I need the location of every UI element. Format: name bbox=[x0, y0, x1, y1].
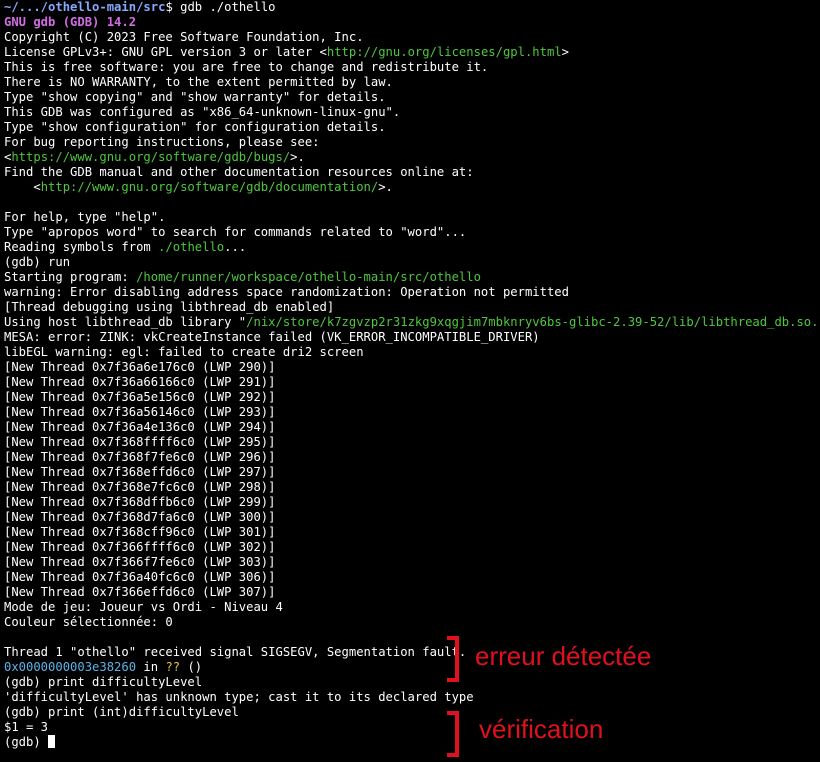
aslr-warning-line: warning: Error disabling address space r… bbox=[4, 285, 569, 299]
unknown-type-line: 'difficultyLevel' has unknown type; cast… bbox=[4, 690, 474, 704]
libthread-prefix: Using host libthread_db library " bbox=[4, 315, 247, 329]
thread-line: [New Thread 0x7f36a6e176c0 (LWP 290)] bbox=[4, 360, 276, 374]
gdb-prompt: (gdb) bbox=[4, 735, 49, 749]
fault-address: 0x0000000003e38260 bbox=[4, 660, 137, 674]
configured-line: This GDB was configured as "x86_64-unkno… bbox=[4, 105, 401, 119]
apropos-line: Type "apropos word" to search for comman… bbox=[4, 225, 467, 239]
thread-line: [New Thread 0x7f366f7fe6c0 (LWP 303)] bbox=[4, 555, 276, 569]
license-prefix: License GPLv3+: GNU GPL version 3 or lat… bbox=[4, 45, 327, 59]
thread-line: [New Thread 0x7f36a56146c0 (LWP 293)] bbox=[4, 405, 276, 419]
color-selected-line: Couleur sélectionnée: 0 bbox=[4, 615, 173, 629]
copyright-line: Copyright (C) 2023 Free Software Foundat… bbox=[4, 30, 364, 44]
free-software-line: This is free software: you are free to c… bbox=[4, 60, 489, 74]
prompt-command: gdb ./othello bbox=[172, 0, 276, 14]
thread-line: [New Thread 0x7f368d7fa6c0 (LWP 300)] bbox=[4, 510, 276, 524]
starting-program-line: Starting program: /home/runner/workspace… bbox=[4, 270, 820, 285]
bug-reporting-line: For bug reporting instructions, please s… bbox=[4, 135, 320, 149]
libegl-warning-line: libEGL warning: egl: failed to create dr… bbox=[4, 345, 364, 359]
doc-url-suffix: >. bbox=[378, 180, 393, 194]
thread-line: [New Thread 0x7f366ffff6c0 (LWP 302)] bbox=[4, 540, 276, 554]
thread-debugging-line: [Thread debugging using libthread_db ena… bbox=[4, 300, 335, 314]
verification-bracket bbox=[447, 711, 459, 757]
game-mode-line: Mode de jeu: Joueur vs Ordi - Niveau 4 bbox=[4, 600, 283, 614]
result-line: $1 = 3 bbox=[4, 720, 49, 734]
show-config-line: Type "show configuration" for configurat… bbox=[4, 120, 386, 134]
reading-suffix: ... bbox=[224, 240, 247, 254]
text-cursor bbox=[48, 735, 56, 748]
prompt-path: ~/.../othello-main/src bbox=[4, 0, 166, 14]
doc-url-prefix: < bbox=[4, 180, 41, 194]
license-url[interactable]: http://gnu.org/licenses/gpl.html bbox=[327, 45, 562, 59]
sigsegv-line: Thread 1 "othello" received signal SIGSE… bbox=[4, 645, 467, 659]
reading-file: ./othello bbox=[158, 240, 225, 254]
shell-prompt-line: ~/.../othello-main/src$ gdb ./othello bbox=[4, 0, 820, 15]
gdb-input-line[interactable]: (gdb) bbox=[4, 735, 820, 750]
error-annotation: erreur détectée bbox=[475, 641, 652, 671]
gdb-version: GNU gdb (GDB) 14.2 bbox=[4, 15, 137, 29]
thread-line: [New Thread 0x7f368effd6c0 (LWP 297)] bbox=[4, 465, 276, 479]
reading-prefix: Reading symbols from bbox=[4, 240, 159, 254]
no-warranty-line: There is NO WARRANTY, to the extent perm… bbox=[4, 75, 393, 89]
license-suffix: > bbox=[561, 45, 570, 59]
doc-url[interactable]: http://www.gnu.org/software/gdb/document… bbox=[41, 180, 379, 194]
thread-line: [New Thread 0x7f368dffb6c0 (LWP 299)] bbox=[4, 495, 276, 509]
help-line: For help, type "help". bbox=[4, 210, 166, 224]
bug-url[interactable]: https://www.gnu.org/software/gdb/bugs/ bbox=[11, 150, 290, 164]
frame-in: in bbox=[136, 660, 166, 674]
thread-line: [New Thread 0x7f366effd6c0 (LWP 307)] bbox=[4, 585, 276, 599]
starting-prefix: Starting program: bbox=[4, 270, 137, 284]
find-manual-line: Find the GDB manual and other documentat… bbox=[4, 165, 474, 179]
frame-line: 0x0000000003e38260 in ?? () bbox=[4, 660, 820, 675]
verification-annotation: vérification bbox=[479, 714, 604, 744]
thread-line: [New Thread 0x7f368e7fc6c0 (LWP 298)] bbox=[4, 480, 276, 494]
print-int-command-line: (gdb) print (int)difficultyLevel bbox=[4, 705, 239, 719]
doc-url-line: <http://www.gnu.org/software/gdb/documen… bbox=[4, 180, 820, 195]
error-bracket bbox=[447, 636, 459, 682]
terminal-window[interactable]: ~/.../othello-main/src$ gdb ./othello GN… bbox=[0, 0, 820, 762]
thread-line: [New Thread 0x7f368ffff6c0 (LWP 295)] bbox=[4, 435, 276, 449]
thread-line: [New Thread 0x7f36a40fc6c0 (LWP 306)] bbox=[4, 570, 276, 584]
bug-url-line: <https://www.gnu.org/software/gdb/bugs/>… bbox=[4, 150, 820, 165]
thread-line: [New Thread 0x7f36a5e156c0 (LWP 292)] bbox=[4, 390, 276, 404]
bug-url-suffix: >. bbox=[290, 150, 305, 164]
thread-line: [New Thread 0x7f368f7fe6c0 (LWP 296)] bbox=[4, 450, 276, 464]
frame-function: ?? bbox=[165, 660, 181, 674]
frame-args: () bbox=[180, 660, 203, 674]
program-path: /home/runner/workspace/othello-main/src/… bbox=[136, 270, 481, 284]
thread-line: [New Thread 0x7f36a66166c0 (LWP 291)] bbox=[4, 375, 276, 389]
mesa-error-line: MESA: error: ZINK: vkCreateInstance fail… bbox=[4, 330, 540, 344]
reading-symbols-line: Reading symbols from ./othello... bbox=[4, 240, 820, 255]
show-copying-line: Type "show copying" and "show warranty" … bbox=[4, 90, 386, 104]
thread-line: [New Thread 0x7f36a4e136c0 (LWP 294)] bbox=[4, 420, 276, 434]
thread-line: [New Thread 0x7f368cff96c0 (LWP 301)] bbox=[4, 525, 276, 539]
libthread-path: /nix/store/k7zgvzp2r31zkg9xqgjim7mbknryv… bbox=[246, 315, 820, 329]
prompt-symbol: $ bbox=[165, 0, 173, 14]
license-line: License GPLv3+: GNU GPL version 3 or lat… bbox=[4, 45, 820, 60]
libthread-line: Using host libthread_db library "/nix/st… bbox=[4, 315, 820, 330]
run-command-line: (gdb) run bbox=[4, 255, 71, 269]
print-command-line: (gdb) print difficultyLevel bbox=[4, 675, 203, 689]
